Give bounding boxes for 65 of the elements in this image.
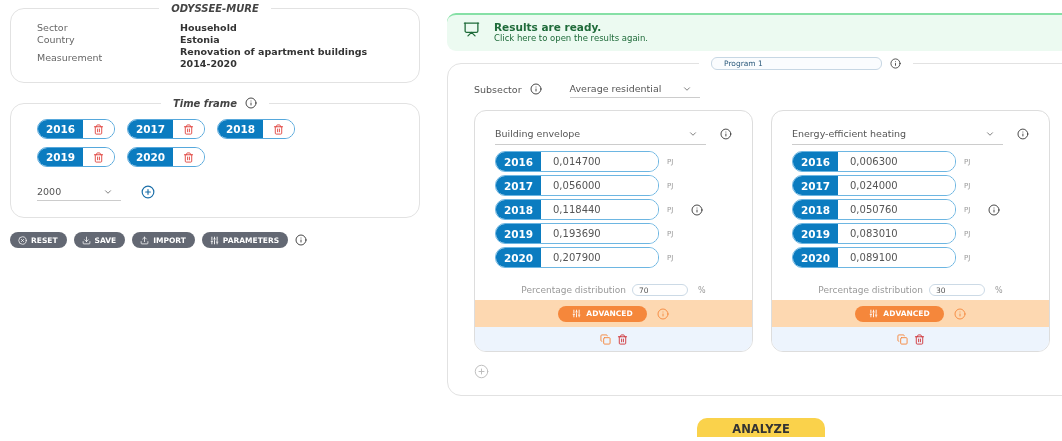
info-label: Sector (37, 22, 69, 34)
info-value: Renovation of apartment buildings 2014-2020 (180, 46, 369, 70)
info-icon[interactable] (1017, 128, 1029, 140)
card-title: ODYSSEE-MURE (171, 3, 259, 14)
year-chip: 2020 (127, 147, 205, 167)
value-field[interactable]: 2017 0,056000 (495, 175, 659, 196)
copy-button[interactable] (599, 333, 611, 345)
card-title: Time frame (172, 97, 238, 109)
percentage-label: Percentage distribution (818, 285, 924, 295)
upload-icon (140, 235, 150, 245)
subsector-label: Subsector (474, 83, 522, 95)
info-icon[interactable] (529, 83, 542, 95)
year-chip: 2017 (127, 119, 205, 139)
analyze-button[interactable]: ANALYZE (697, 418, 825, 437)
measure-select[interactable]: Building envelope (495, 123, 707, 145)
value-field[interactable]: 2018 0,050760 (792, 199, 956, 220)
info-icon[interactable] (720, 128, 732, 140)
sliders-icon (869, 309, 879, 318)
delete-button[interactable] (616, 333, 628, 345)
measure-select[interactable]: Energy-efficient heating (792, 123, 1004, 145)
sliders-icon (572, 309, 582, 318)
value-field[interactable]: 2019 0,193690 (495, 223, 659, 244)
add-icon[interactable] (141, 185, 155, 199)
banner-text: Click here to open the results again. (494, 33, 649, 43)
trash-icon (93, 151, 104, 163)
info-icon[interactable] (988, 203, 1000, 216)
presentation-icon (463, 21, 480, 38)
copy-button[interactable] (896, 333, 908, 345)
value-field[interactable]: 2020 0,089100 (792, 247, 956, 268)
trash-icon (183, 123, 194, 135)
results-banner[interactable]: Results are ready. Click here to open the results again. (447, 13, 1062, 51)
trash-icon (616, 333, 628, 345)
info-label: Country (37, 34, 76, 46)
info-icon[interactable] (890, 58, 901, 69)
info-icon[interactable] (245, 97, 258, 109)
copy-icon (896, 333, 908, 345)
info-icon[interactable] (295, 234, 308, 246)
info-value: Estonia (180, 34, 221, 46)
delete-button[interactable] (913, 333, 925, 345)
copy-icon (599, 333, 611, 345)
info-icon[interactable] (691, 203, 703, 216)
value-field[interactable]: 2018 0,118440 (495, 199, 659, 220)
banner-title: Results are ready. (494, 21, 602, 33)
percent-label: % (698, 285, 706, 295)
trash-icon (93, 123, 104, 135)
year-chip: 2016 (37, 119, 115, 139)
download-icon (81, 235, 91, 245)
info-value: Household (180, 22, 238, 34)
year-select[interactable]: 2000 (37, 183, 121, 201)
close-icon (18, 235, 27, 245)
trash-icon (273, 123, 284, 135)
trash-icon (913, 333, 925, 345)
year-chip: 2019 (37, 147, 115, 167)
value-field[interactable]: 2019 0,083010 (792, 223, 956, 244)
trash-icon (183, 151, 194, 163)
value-field[interactable]: 2020 0,207900 (495, 247, 659, 268)
info-label: Measurement (37, 52, 104, 64)
percentage-label: Percentage distribution (521, 285, 627, 295)
subsector-select[interactable]: Average residential (569, 80, 700, 98)
year-chip: 2018 (217, 119, 295, 139)
sliders-icon (209, 235, 219, 245)
percent-label: % (995, 285, 1003, 295)
value-field[interactable]: 2017 0,024000 (792, 175, 956, 196)
value-field[interactable]: 2016 0,006300 (792, 151, 956, 172)
value-field[interactable]: 2016 0,014700 (495, 151, 659, 172)
